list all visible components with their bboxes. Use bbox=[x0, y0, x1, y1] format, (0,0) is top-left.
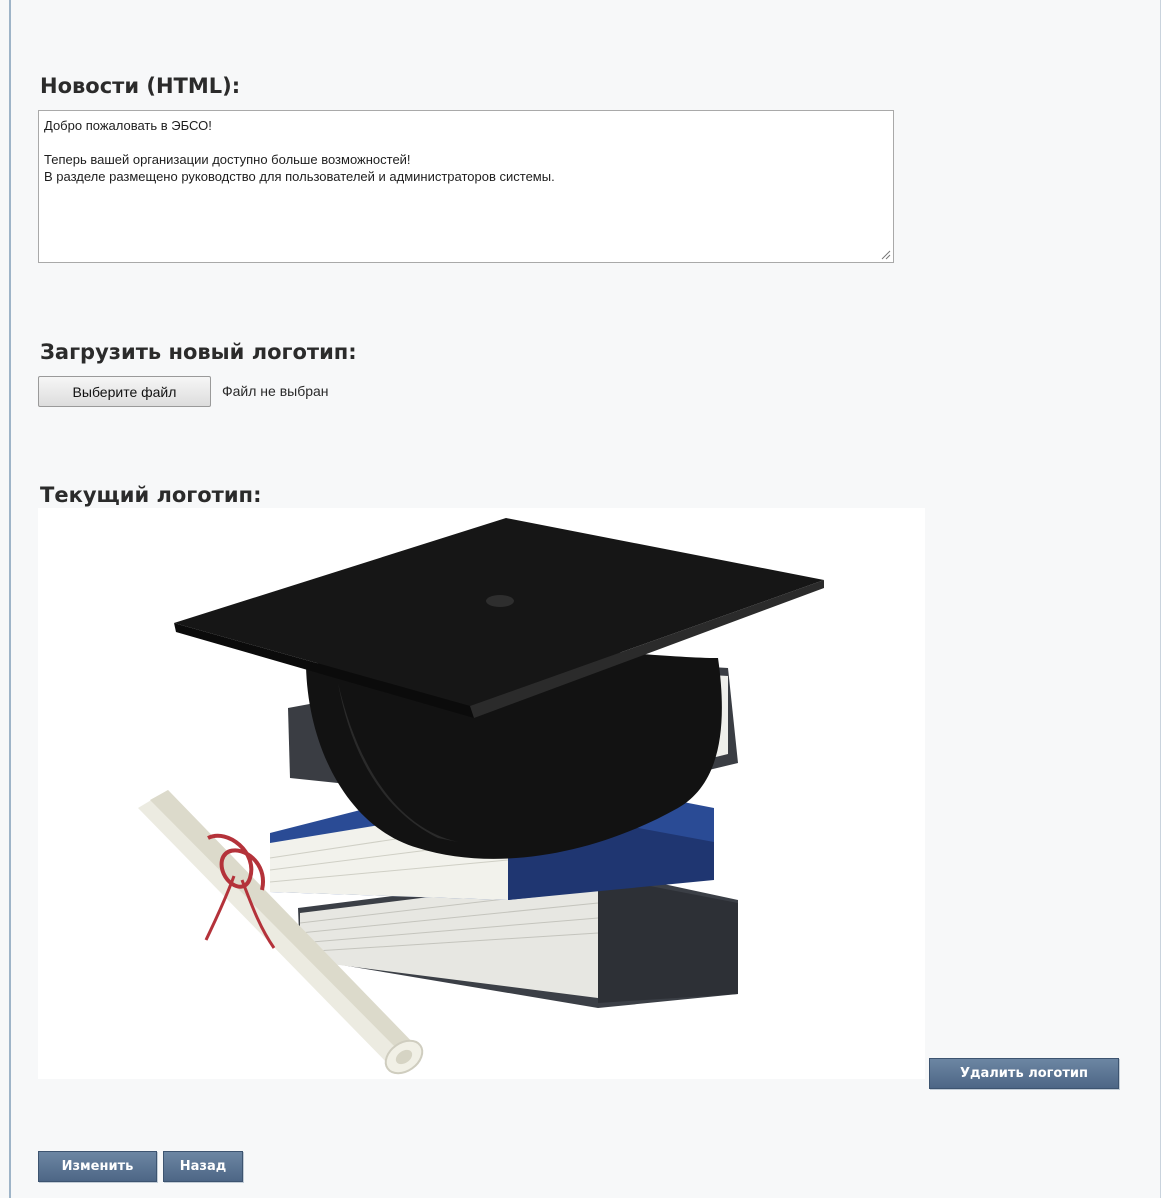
settings-page: Новости (HTML): Добро пожаловать в ЭБСО!… bbox=[0, 0, 1161, 1198]
current-logo-image bbox=[38, 508, 925, 1079]
delete-logo-button[interactable]: Удалить логотип bbox=[929, 1058, 1119, 1089]
news-line bbox=[44, 134, 888, 151]
file-status-text: Файл не выбран bbox=[222, 383, 329, 399]
news-line: В разделе размещено руководство для поль… bbox=[44, 169, 555, 184]
resize-grip-icon[interactable] bbox=[881, 250, 891, 260]
news-html-textarea[interactable]: Добро пожаловать в ЭБСО! Теперь вашей ор… bbox=[38, 110, 894, 263]
choose-file-button[interactable]: Выберите файл bbox=[38, 376, 211, 407]
left-border bbox=[9, 0, 11, 1198]
graduation-cap-books-diploma-image bbox=[138, 518, 824, 1075]
news-line: Добро пожаловать в ЭБСО! bbox=[44, 118, 212, 133]
news-heading: Новости (HTML): bbox=[40, 74, 241, 98]
back-button[interactable]: Назад bbox=[163, 1151, 243, 1182]
news-line: Теперь вашей организации доступно больше… bbox=[44, 152, 411, 167]
current-logo-heading: Текущий логотип: bbox=[40, 483, 262, 507]
upload-logo-heading: Загрузить новый логотип: bbox=[40, 340, 357, 364]
change-button[interactable]: Изменить bbox=[38, 1151, 157, 1182]
